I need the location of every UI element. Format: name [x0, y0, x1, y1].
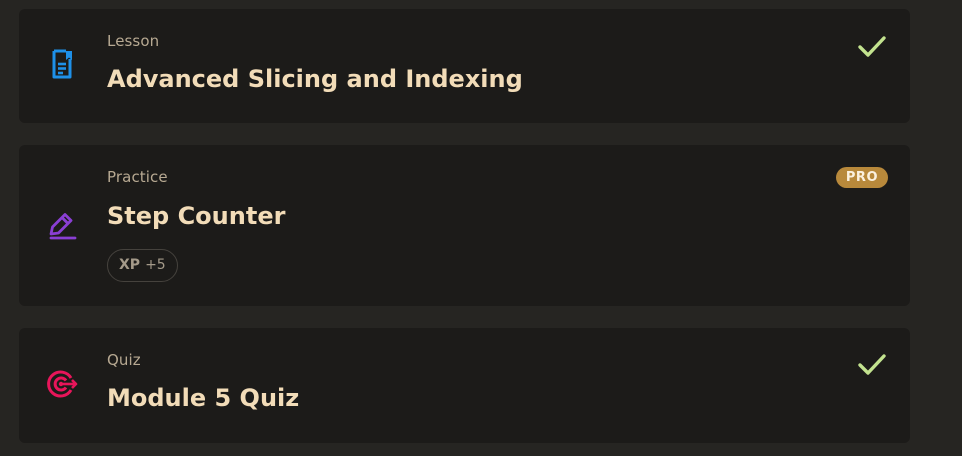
practice-pencil-icon	[49, 213, 77, 240]
pro-badge: PRO	[835, 167, 888, 188]
item-title: Step Counter	[107, 202, 286, 230]
xp-label: XP	[119, 257, 141, 273]
completed-check-icon	[858, 354, 886, 375]
item-type-label: Lesson	[107, 32, 160, 50]
quiz-target-icon	[47, 370, 78, 398]
lesson-card[interactable]: Lesson Advanced Slicing and Indexing	[19, 9, 910, 123]
xp-value: +5	[145, 257, 166, 273]
item-title: Module 5 Quiz	[107, 384, 300, 412]
module-item-list: Lesson Advanced Slicing and Indexing Pra…	[0, 0, 962, 456]
item-type-label: Quiz	[107, 351, 141, 369]
quiz-card[interactable]: Quiz Module 5 Quiz	[19, 328, 910, 443]
lesson-document-icon	[52, 49, 72, 79]
practice-card[interactable]: Practice Step Counter PRO XP +5	[19, 145, 910, 306]
completed-check-icon	[858, 36, 886, 57]
item-type-label: Practice	[107, 168, 168, 186]
xp-reward-chip: XP +5	[107, 249, 178, 282]
item-title: Advanced Slicing and Indexing	[107, 65, 523, 93]
